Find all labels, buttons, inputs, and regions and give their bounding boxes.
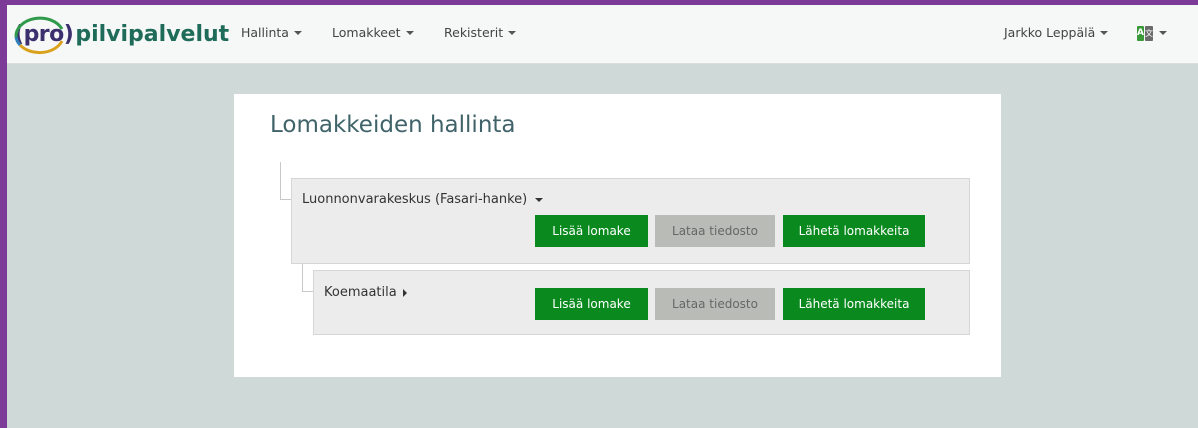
translate-icon-glyph: 文	[1144, 25, 1153, 41]
user-name: Jarkko Leppälä	[1004, 25, 1096, 40]
tree-connector	[280, 162, 281, 200]
chevron-down-icon	[405, 30, 414, 35]
chevron-down-icon	[293, 30, 302, 35]
nav-rekisterit-label: Rekisterit	[444, 25, 504, 40]
chevron-right-icon	[402, 288, 407, 297]
farm-label: Koemaatila	[324, 285, 397, 300]
chevron-down-icon	[535, 197, 544, 202]
farm-toggle[interactable]: Koemaatila	[324, 285, 407, 300]
send-forms-button[interactable]: Lähetä lomakkeita	[783, 288, 925, 320]
translate-icon: A	[1137, 25, 1144, 41]
chevron-down-icon	[1100, 30, 1109, 35]
tree-connector	[302, 291, 313, 292]
add-form-button[interactable]: Lisää lomake	[535, 215, 648, 247]
logo-mark: (pro)	[14, 16, 74, 54]
user-menu[interactable]: Jarkko Leppälä	[1004, 25, 1109, 40]
nav-rekisterit[interactable]: Rekisterit	[444, 25, 517, 40]
app-frame: (pro) pilvipalvelut Hallinta Lomakkeet R…	[7, 5, 1198, 428]
chevron-down-icon	[1158, 31, 1167, 35]
add-form-button[interactable]: Lisää lomake	[535, 288, 648, 320]
logo-name-text: pilvipalvelut	[75, 21, 230, 47]
tree-node-farm: Koemaatila Lisää lomake Lataa tiedosto L…	[313, 270, 970, 335]
chevron-down-icon	[508, 30, 517, 35]
send-forms-button[interactable]: Lähetä lomakkeita	[783, 215, 925, 247]
logo-ring-icon	[14, 16, 64, 54]
upload-file-button[interactable]: Lataa tiedosto	[655, 288, 775, 320]
upload-file-button[interactable]: Lataa tiedosto	[655, 215, 775, 247]
language-menu[interactable]: A 文	[1137, 24, 1167, 42]
organization-toggle[interactable]: Luonnonvarakeskus (Fasari-hanke)	[302, 192, 544, 207]
tree-connector	[280, 199, 291, 200]
brand-logo[interactable]: (pro) pilvipalvelut	[14, 16, 230, 54]
page-title: Lomakkeiden hallinta	[270, 112, 516, 138]
nav-lomakkeet-label: Lomakkeet	[332, 25, 401, 40]
tree-node-organization: Luonnonvarakeskus (Fasari-hanke) Lisää l…	[291, 178, 970, 264]
forms-management-panel: Lomakkeiden hallinta Luonnonvarakeskus (…	[234, 94, 1001, 377]
nav-lomakkeet[interactable]: Lomakkeet	[332, 25, 414, 40]
nav-hallinta-label: Hallinta	[241, 25, 289, 40]
tree-connector	[302, 264, 303, 292]
nav-hallinta[interactable]: Hallinta	[241, 25, 302, 40]
organization-label: Luonnonvarakeskus (Fasari-hanke)	[302, 192, 528, 207]
top-navbar: (pro) pilvipalvelut Hallinta Lomakkeet R…	[7, 5, 1198, 64]
